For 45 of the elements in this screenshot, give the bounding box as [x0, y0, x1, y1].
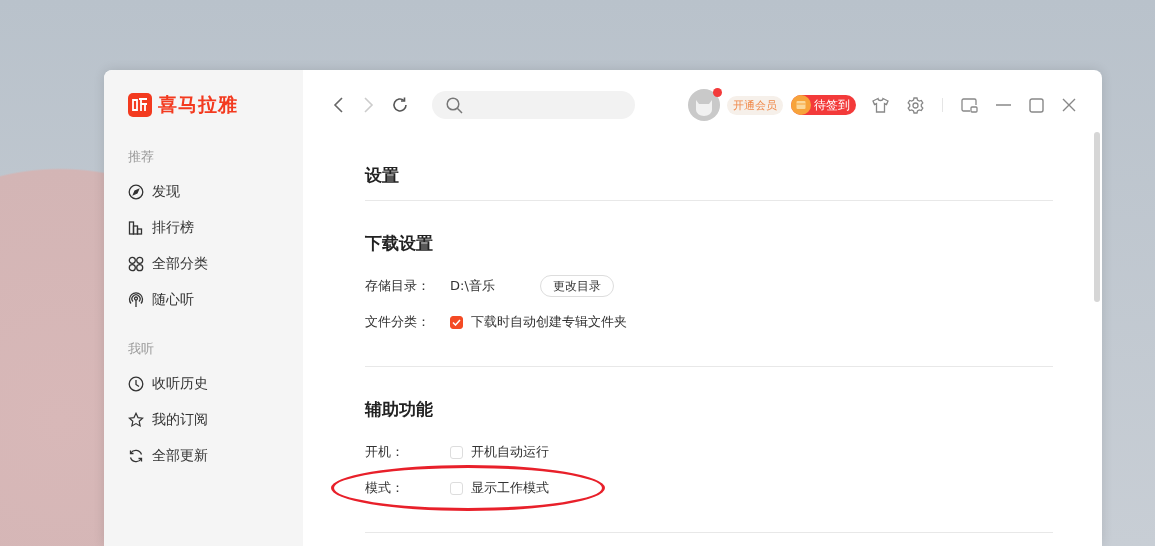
change-folder-button[interactable]: 更改目录 [540, 275, 614, 297]
sidebar-item[interactable]: 排行榜 [128, 210, 200, 246]
sidebar-item[interactable]: 我的订阅 [128, 402, 214, 438]
compass-icon [128, 184, 144, 200]
sidebar-item[interactable]: 收听历史 [128, 366, 214, 402]
refresh-icon[interactable] [391, 96, 409, 114]
sidebar-item[interactable]: 发现 [128, 174, 186, 210]
logo-icon [128, 93, 152, 117]
scrollbar[interactable] [1094, 132, 1100, 302]
avatar-icon[interactable] [688, 89, 720, 121]
section-title: 辅助功能 [365, 398, 434, 421]
sidebar-item[interactable]: 全部更新 [128, 438, 214, 474]
section-title: 下载设置 [365, 232, 434, 255]
setting-label: 模式： [365, 479, 405, 497]
sidebar-heading: 我听 [128, 340, 155, 358]
sidebar-item[interactable]: 全部分类 [128, 246, 214, 282]
setting-label: 开机： [365, 443, 405, 461]
bar-chart-icon [128, 220, 144, 236]
clock-icon [128, 376, 144, 392]
page-title: 设置 [365, 140, 1053, 201]
t-shirt-icon[interactable] [872, 97, 889, 113]
checkbox[interactable] [450, 315, 463, 329]
refresh-icon [128, 448, 144, 464]
checkbox-label: 开机自动运行 [471, 443, 549, 461]
sidebar-item[interactable]: 随心听 [128, 282, 200, 318]
setting-label: 存储目录： [365, 277, 431, 295]
search-field[interactable] [432, 91, 635, 119]
maximize-icon[interactable] [1029, 97, 1044, 113]
close-icon[interactable] [1062, 98, 1076, 112]
checkbox-label: 下载时自动创建专辑文件夹 [471, 313, 627, 331]
app-logo-text: 喜马拉雅 [158, 92, 238, 117]
search-icon [446, 96, 463, 114]
gift-icon [791, 95, 811, 115]
mini-player-icon[interactable] [961, 97, 978, 113]
back-icon[interactable] [333, 97, 345, 113]
star-icon [128, 412, 144, 428]
checkbox-label: 显示工作模式 [471, 479, 549, 497]
sidebar-heading: 推荐 [128, 148, 155, 166]
broadcast-icon [128, 292, 144, 308]
grid-icon [128, 256, 144, 272]
settings-icon[interactable] [907, 96, 924, 114]
forward-icon[interactable] [362, 97, 374, 113]
sign-in-button[interactable]: 待签到 [791, 95, 856, 115]
setting-label: 文件分类： [365, 313, 431, 331]
folder-path: D:\音乐 [450, 277, 496, 295]
